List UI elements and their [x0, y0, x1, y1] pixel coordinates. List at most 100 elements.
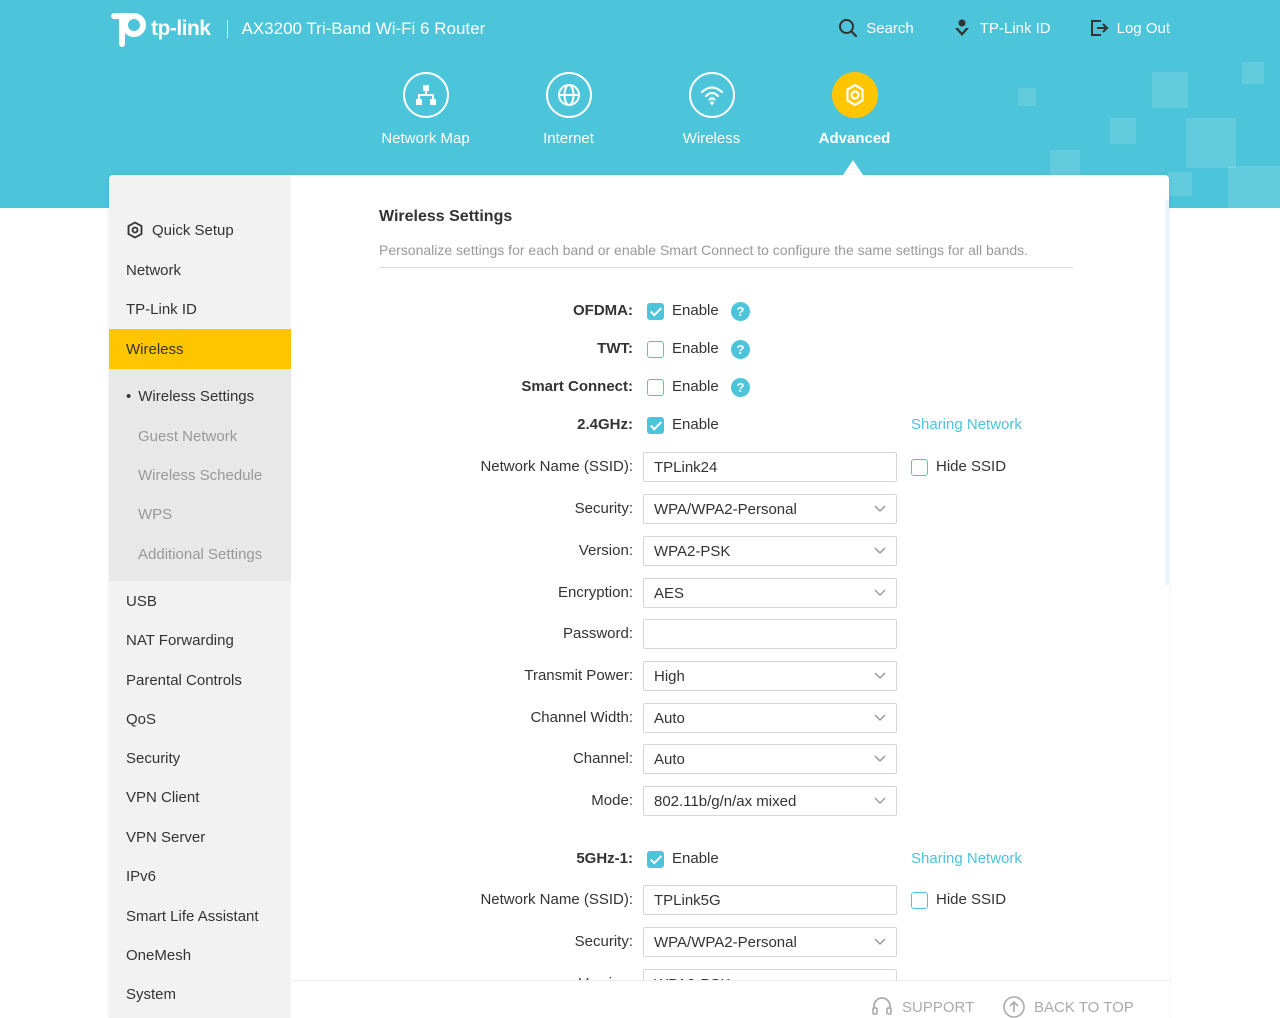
submenu-item-wps[interactable]: WPS [109, 495, 291, 533]
nav-wireless[interactable]: Wireless [640, 72, 783, 147]
sidebar-item-label: NAT Forwarding [126, 631, 234, 649]
decoration [1152, 72, 1188, 108]
submenu-item-wireless-settings[interactable]: Wireless Settings [109, 377, 291, 415]
section-divider [379, 267, 1073, 268]
sidebar-item-nat-forwarding[interactable]: NAT Forwarding [109, 620, 291, 660]
sidebar-item-parental-controls[interactable]: Parental Controls [109, 660, 291, 700]
band24-hide-ssid-checkbox[interactable] [911, 459, 928, 476]
section-description: Personalize settings for each band or en… [379, 242, 1029, 258]
support-button[interactable]: SUPPORT [870, 995, 974, 1018]
main-nav: Network Map Internet Wireless Advanced [354, 72, 926, 147]
band5-sharing-network-link[interactable]: Sharing Network [911, 850, 1022, 867]
search-button[interactable]: Search [838, 18, 914, 38]
sidebar-item-ipv6[interactable]: IPv6 [109, 856, 291, 896]
sidebar-item-label: Network [126, 261, 182, 279]
sidebar-item-quick-setup[interactable]: Quick Setup [109, 210, 291, 250]
band24-mode-row: Mode: 802.11b/g/n/ax mixed [291, 786, 1169, 816]
band24-mode-select[interactable]: 802.11b/g/n/ax mixed [643, 786, 897, 816]
twt-label: TWT: [597, 340, 633, 357]
sidebar-item-vpn-server[interactable]: VPN Server [109, 817, 291, 857]
search-icon [839, 19, 858, 38]
wireless-submenu: Wireless Settings Guest Network Wireless… [109, 369, 291, 581]
nav-advanced[interactable]: Advanced [783, 72, 926, 147]
sidebar-item-smart-life-assistant[interactable]: Smart Life Assistant [109, 896, 291, 936]
band24-password-input[interactable] [643, 619, 897, 649]
band24-channel-label: Channel: [572, 750, 633, 767]
smart-connect-help-icon[interactable]: ? [731, 378, 750, 397]
band24-encryption-select[interactable]: AES [643, 578, 897, 608]
band5-ssid-label: Network Name (SSID): [480, 891, 633, 908]
band24-ssid-input[interactable]: TPLink24 [643, 452, 897, 482]
smart-connect-checkbox[interactable] [647, 379, 664, 396]
tplink-logo-icon [111, 13, 146, 47]
sidebar-item-security[interactable]: Security [109, 738, 291, 778]
band24-security-value: WPA/WPA2-Personal [654, 500, 797, 518]
search-label: Search [866, 19, 914, 37]
band24-sharing-network-link[interactable]: Sharing Network [911, 416, 1022, 433]
band5-ssid-row: Network Name (SSID): TPLink5G Hide SSID [291, 885, 1169, 915]
submenu-item-additional-settings[interactable]: Additional Settings [109, 535, 291, 573]
content-scrollbar[interactable] [1165, 200, 1169, 585]
nav-network-map[interactable]: Network Map [354, 72, 497, 147]
band24-channel-value: Auto [654, 750, 685, 768]
chevron-down-icon [874, 505, 886, 513]
top-actions: Search TP-Link ID Log Out [838, 18, 1170, 38]
tplink-id-button[interactable]: TP-Link ID [952, 18, 1051, 38]
submenu-item-guest-network[interactable]: Guest Network [109, 417, 291, 455]
logout-icon [1090, 20, 1109, 36]
sidebar-item-qos[interactable]: QoS [109, 699, 291, 739]
band24-power-row: Transmit Power: High [291, 661, 1169, 691]
support-label: SUPPORT [902, 998, 975, 1016]
globe-icon [557, 84, 580, 106]
brand-logo[interactable]: tp-link AX3200 Tri-Band Wi-Fi 6 Router [108, 10, 485, 48]
sidebar-item-system[interactable]: System [109, 974, 291, 1014]
nav-network-map-circle [402, 72, 449, 118]
logout-label: Log Out [1116, 19, 1170, 37]
band24-version-select[interactable]: WPA2-PSK [643, 536, 897, 566]
band5-ssid-value: TPLink5G [654, 891, 721, 909]
nav-internet[interactable]: Internet [497, 72, 640, 147]
band5-hide-ssid-checkbox[interactable] [911, 892, 928, 909]
ofdma-checkbox[interactable] [647, 303, 664, 320]
band24-security-row: Security: WPA/WPA2-Personal [291, 494, 1169, 524]
band24-power-select[interactable]: High [643, 661, 897, 691]
ofdma-label: OFDMA: [573, 302, 633, 319]
decoration [1110, 118, 1136, 144]
sidebar-item-onemesh[interactable]: OneMesh [109, 935, 291, 975]
twt-checkbox[interactable] [647, 341, 664, 358]
logout-button[interactable]: Log Out [1089, 18, 1170, 38]
sidebar-item-usb[interactable]: USB [109, 581, 291, 621]
nav-advanced-circle [831, 72, 878, 118]
band24-checkbox[interactable] [647, 417, 664, 434]
sidebar-item-label: VPN Server [126, 828, 206, 846]
back-to-top-button[interactable]: BACK TO TOP [1002, 995, 1134, 1018]
main-card: Quick Setup Network TP-Link ID Wireless … [109, 175, 1169, 1018]
band24-width-select[interactable]: Auto [643, 703, 897, 733]
band5-security-select[interactable]: WPA/WPA2-Personal [643, 927, 897, 957]
twt-help-icon[interactable]: ? [731, 340, 750, 359]
enable-label: Enable [672, 378, 719, 395]
band24-security-select[interactable]: WPA/WPA2-Personal [643, 494, 897, 524]
sidebar-item-tplink-id[interactable]: TP-Link ID [109, 289, 291, 329]
band5-ssid-input[interactable]: TPLink5G [643, 885, 897, 915]
band24-mode-label: Mode: [591, 792, 633, 809]
band24-channel-select[interactable]: Auto [643, 744, 897, 774]
band24-version-label: Version: [578, 542, 633, 559]
ofdma-help-icon[interactable]: ? [731, 302, 750, 321]
decoration [1186, 118, 1236, 168]
tplink-id-icon [954, 19, 969, 36]
submenu-item-wireless-schedule[interactable]: Wireless Schedule [109, 456, 291, 494]
headset-icon [872, 997, 892, 1015]
band5-checkbox[interactable] [647, 851, 664, 868]
sidebar-item-wireless[interactable]: Wireless [109, 329, 291, 369]
network-map-icon [415, 85, 436, 105]
sidebar-item-label: QoS [126, 710, 157, 728]
sidebar-item-label: Smart Life Assistant [126, 907, 259, 925]
enable-label: Enable [672, 850, 719, 867]
wifi-icon [700, 86, 723, 105]
sidebar-item-network[interactable]: Network [109, 250, 291, 290]
band24-version-row: Version: WPA2-PSK [291, 536, 1169, 566]
sidebar-item-label: Quick Setup [152, 221, 234, 239]
sidebar-item-vpn-client[interactable]: VPN Client [109, 777, 291, 817]
band24-width-label: Channel Width: [530, 709, 633, 726]
